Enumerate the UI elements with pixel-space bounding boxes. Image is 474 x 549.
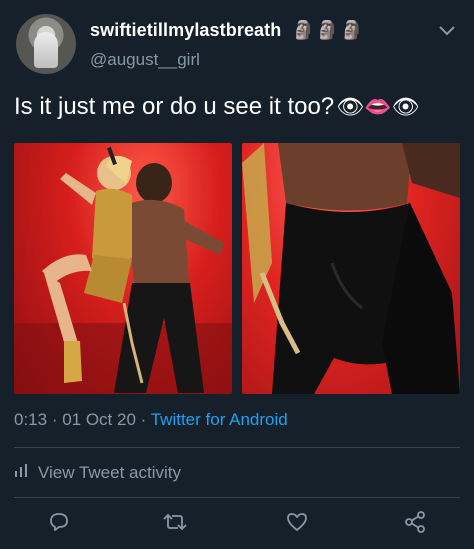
share-icon[interactable]: [400, 507, 430, 537]
user-handle[interactable]: @august__girl: [90, 50, 200, 70]
reply-icon[interactable]: [44, 507, 74, 537]
activity-label: View Tweet activity: [38, 462, 181, 482]
tweet-meta: 0:13 · 01 Oct 20 · Twitter for Android: [14, 410, 288, 430]
heart-icon[interactable]: [282, 507, 312, 537]
tweet-text-body: Is it just me or do u see it too?: [14, 93, 335, 120]
tweet-text-emoji: 👁👄👁: [336, 94, 420, 119]
photo-2-illustration: [242, 143, 460, 394]
chevron-down-icon[interactable]: [436, 20, 458, 42]
tweet-photo-1[interactable]: [14, 143, 232, 394]
tweet-media: [14, 143, 460, 394]
user-name-emoji: 🗿🗿🗿: [292, 20, 366, 40]
meta-separator-2: ·: [135, 410, 151, 429]
view-activity-link[interactable]: View Tweet activity: [14, 462, 181, 483]
meta-separator: ·: [47, 410, 63, 429]
user-display-name[interactable]: swiftietillmylastbreath: [90, 20, 281, 41]
tweet-text: Is it just me or do u see it too?👁👄👁: [14, 92, 464, 122]
retweet-icon[interactable]: [160, 507, 190, 537]
divider: [14, 447, 460, 448]
tweet-actions: [0, 507, 474, 541]
photo-1-illustration: [14, 146, 232, 394]
tweet-time: 0:13: [14, 410, 48, 429]
bar-chart-icon: [14, 462, 30, 483]
divider: [14, 497, 460, 498]
tweet-header: swiftietillmylastbreath 🗿🗿🗿 @august__gir…: [14, 12, 460, 76]
tweet-date: 01 Oct 20: [62, 410, 136, 429]
avatar[interactable]: [16, 14, 76, 74]
tweet-photo-2[interactable]: [242, 143, 460, 394]
tweet-source-link[interactable]: Twitter for Android: [151, 410, 288, 429]
